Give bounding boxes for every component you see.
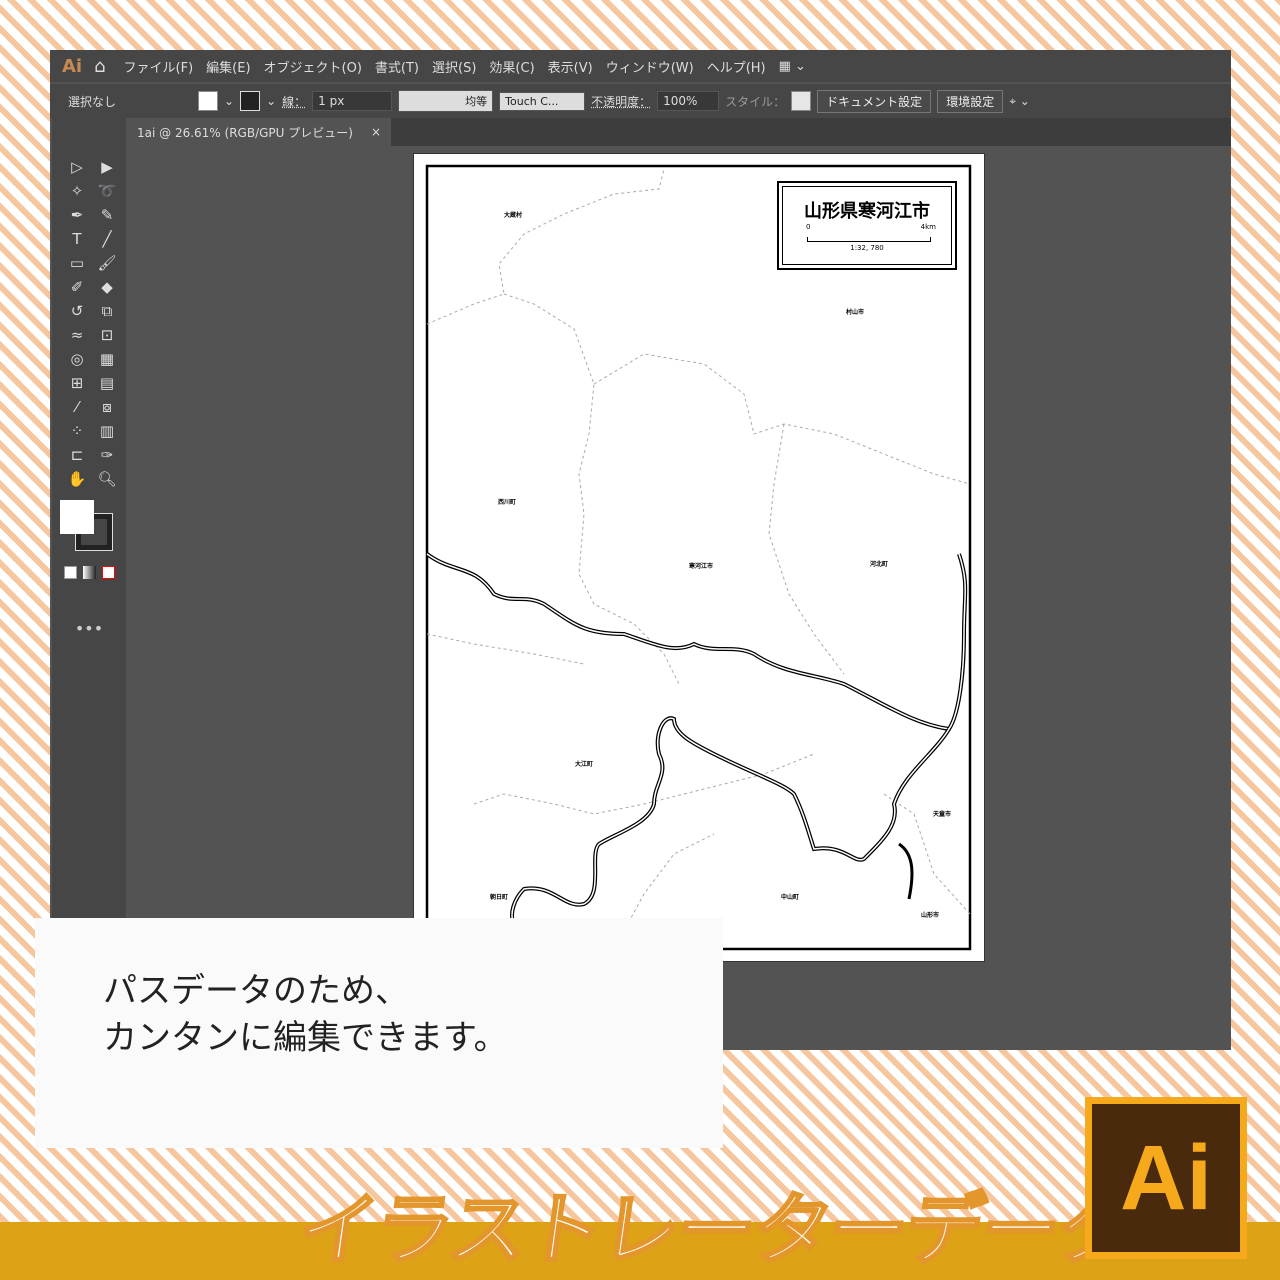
app-logo: Ai <box>62 55 83 77</box>
chevron-down-icon[interactable]: ⌄ <box>266 94 276 108</box>
hand-tool-icon[interactable]: ✋ <box>62 470 92 488</box>
line-tool-icon[interactable]: ╱ <box>92 230 122 248</box>
gradient-mode-icon[interactable] <box>83 566 96 579</box>
curvature-tool-icon[interactable]: ✎ <box>92 206 122 224</box>
tools-panel: ▷ ▶ ✧ ➰ ✒ ✎ T ╱ ▭ 🖌 ✐ ◆ ↺ ⧉ ≈ ⊡ ◎ ▦ ⊞ ▤ ⁄ ⧇ ⁘ ▥ ⊏ ✑ ✋… <box>52 118 126 918</box>
zoom-tool-icon[interactable]: 🔍︎ <box>92 470 122 488</box>
opacity-input[interactable]: 100% <box>657 91 720 111</box>
variable-width-profile[interactable]: 均等 <box>398 90 494 112</box>
place-label: 寒河江市 <box>689 563 714 570</box>
opacity-label[interactable]: 不透明度： <box>591 93 651 110</box>
rectangle-tool-icon[interactable]: ▭ <box>62 254 92 272</box>
illustrator-logo: Ai <box>1085 1097 1247 1259</box>
selection-status: 選択なし <box>68 94 117 109</box>
scale-tool-icon[interactable]: ⧉ <box>92 302 122 320</box>
eyedropper-icon[interactable]: ⁄ <box>62 398 92 416</box>
symbol-sprayer-icon[interactable]: ⁘ <box>62 422 92 440</box>
caption-line-1: パスデータのため、 <box>103 971 409 1011</box>
menu-effect[interactable]: 効果(C) <box>489 57 534 76</box>
warp-tool-icon[interactable]: ≈ <box>62 326 92 344</box>
artboard[interactable]: 山形県寒河江市 0 4km 1:32, 780 大蔵村 村山市 西川町 寒河江市… <box>413 153 985 962</box>
place-label: 中山町 <box>781 894 800 901</box>
place-label: 西川町 <box>498 499 517 506</box>
graph-tool-icon[interactable]: ▥ <box>92 422 122 440</box>
brush-definition[interactable]: Touch C... <box>499 91 586 111</box>
free-transform-icon[interactable]: ⊡ <box>92 326 122 344</box>
direct-selection-tool-icon[interactable]: ▶ <box>92 158 122 176</box>
scale-start: 0 <box>806 223 811 231</box>
home-icon[interactable]: ⌂ <box>94 56 105 77</box>
paintbrush-icon[interactable]: 🖌 <box>92 254 122 272</box>
transform-icon[interactable]: ⌖ ⌄ <box>1009 94 1030 109</box>
selection-tool-icon[interactable]: ▷ <box>62 158 92 176</box>
fill-color[interactable] <box>60 500 94 534</box>
document-tab[interactable]: 1ai @ 26.61% (RGB/GPU プレビュー) × <box>127 118 391 146</box>
style-label: スタイル： <box>725 94 786 109</box>
shape-builder-icon[interactable]: ◎ <box>62 350 92 368</box>
scale-end: 4km <box>920 223 936 231</box>
map-title-box: 山形県寒河江市 0 4km 1:32, 780 <box>777 181 957 270</box>
more-tools-icon[interactable]: ••• <box>52 619 126 638</box>
banner-title: イラストレーターデータ <box>291 1185 1141 1278</box>
menu-type[interactable]: 書式(T) <box>375 57 419 76</box>
menu-edit[interactable]: 編集(E) <box>206 57 250 76</box>
river <box>425 552 968 925</box>
stroke-swatch[interactable] <box>240 91 261 111</box>
stroke-weight-input[interactable]: 1 px <box>312 91 393 111</box>
place-label: 河北町 <box>870 561 889 568</box>
blend-tool-icon[interactable]: ⧇ <box>92 398 122 416</box>
map-title: 山形県寒河江市 <box>804 201 930 222</box>
fill-swatch[interactable] <box>198 91 218 111</box>
place-label: 山形市 <box>921 912 940 919</box>
eraser-icon[interactable]: ◆ <box>92 278 122 296</box>
slice-tool-icon[interactable]: ✑ <box>92 446 122 464</box>
workspace-switcher-icon[interactable]: ▦ ⌄ <box>779 59 806 74</box>
menu-window[interactable]: ウィンドウ(W) <box>606 57 694 76</box>
shaper-tool-icon[interactable]: ✐ <box>62 278 92 296</box>
artboard-tool-icon[interactable]: ⊏ <box>62 446 92 464</box>
menu-view[interactable]: 表示(V) <box>548 57 593 76</box>
place-label: 大江町 <box>575 761 594 768</box>
pen-tool-icon[interactable]: ✒ <box>62 206 92 224</box>
caption-line-2: カンタンに編集できます。 <box>103 1018 508 1058</box>
place-label: 大蔵村 <box>504 212 523 219</box>
place-label: 天童市 <box>933 811 952 818</box>
menu-bar: Ai ⌂ ファイル(F) 編集(E) オブジェクト(O) 書式(T) 選択(S)… <box>50 50 1231 82</box>
menu-object[interactable]: オブジェクト(O) <box>264 57 362 76</box>
stroke-label[interactable]: 線： <box>282 93 306 110</box>
menu-help[interactable]: ヘルプ(H) <box>707 57 766 76</box>
scale-ratio: 1:32, 780 <box>850 244 884 252</box>
control-bar: 選択なし ⌄ ⌄ 線： 1 px 均等 Touch C... 不透明度： 100… <box>50 84 1231 118</box>
menu-file[interactable]: ファイル(F) <box>124 57 194 76</box>
lasso-icon[interactable]: ➰ <box>92 182 122 200</box>
place-label: 村山市 <box>846 309 865 316</box>
place-label: 朝日町 <box>490 894 509 901</box>
none-mode-icon[interactable] <box>102 566 115 579</box>
type-tool-icon[interactable]: T <box>62 230 92 248</box>
gradient-tool-icon[interactable]: ▤ <box>92 374 122 392</box>
preferences-button[interactable]: 環境設定 <box>937 89 1004 113</box>
mesh-tool-icon[interactable]: ⊞ <box>62 374 92 392</box>
caption-box: パスデータのため、 カンタンに編集できます。 <box>35 918 723 1148</box>
perspective-grid-icon[interactable]: ▦ <box>92 350 122 368</box>
scale-bar <box>807 237 931 242</box>
document-tab-title: 1ai @ 26.61% (RGB/GPU プレビュー) <box>137 125 353 140</box>
rotate-tool-icon[interactable]: ↺ <box>62 302 92 320</box>
document-setup-button[interactable]: ドキュメント設定 <box>817 89 932 113</box>
fill-stroke-widget[interactable] <box>52 500 126 560</box>
map-svg <box>425 164 972 951</box>
style-swatch[interactable] <box>791 91 812 111</box>
logo-text: Ai <box>1092 1104 1240 1252</box>
menu-select[interactable]: 選択(S) <box>432 57 476 76</box>
color-mode-icon[interactable] <box>64 566 77 579</box>
document-tab-bar: 1ai @ 26.61% (RGB/GPU プレビュー) × <box>127 118 1231 146</box>
magic-wand-icon[interactable]: ✧ <box>62 182 92 200</box>
chevron-down-icon[interactable]: ⌄ <box>224 94 234 108</box>
close-tab-icon[interactable]: × <box>371 125 381 139</box>
